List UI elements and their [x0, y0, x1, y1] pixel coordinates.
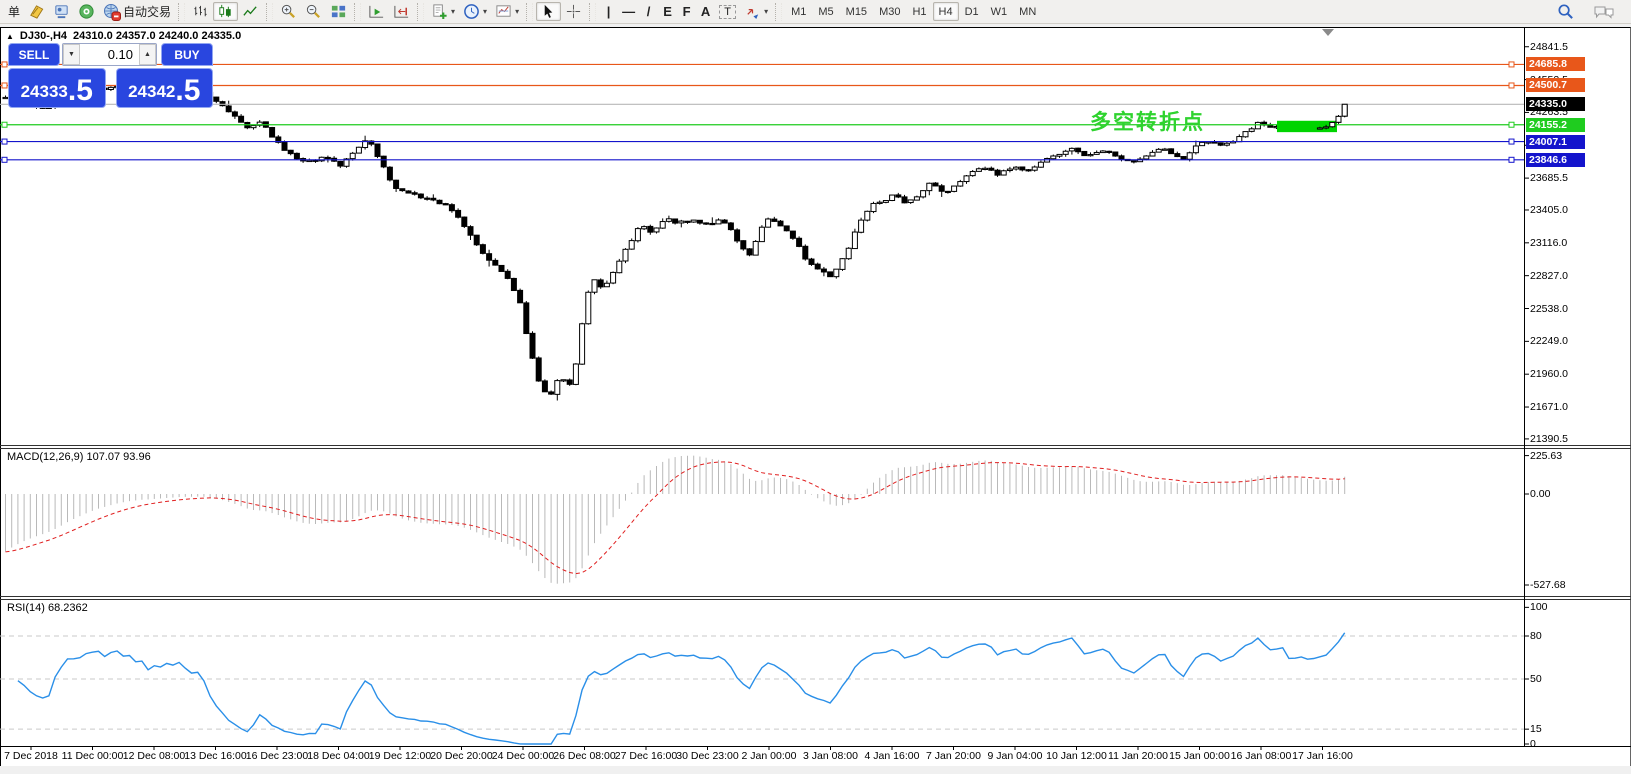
- date-label-1: 11 Dec 00:00: [62, 750, 124, 762]
- chart-annotation-text[interactable]: 多空转折点: [1090, 106, 1205, 136]
- chart-title: ▲ DJ30-,H4 24310.0 24357.0 24240.0 24335…: [6, 30, 241, 42]
- date-label-4: 16 Dec 23:00: [246, 750, 308, 762]
- macd-tick--527.68: -527.68: [1530, 579, 1566, 591]
- rsi-tick-100: 100: [1530, 601, 1548, 613]
- date-label-8: 24 Dec 00:00: [492, 750, 554, 762]
- buy-price-frac: .5: [175, 77, 200, 105]
- volume-input[interactable]: 0.10: [80, 44, 139, 65]
- sell-price-main: 24333: [21, 79, 68, 105]
- date-label-13: 3 Jan 08:00: [803, 750, 858, 762]
- price-badge-23846.6: 23846.6: [1526, 153, 1585, 167]
- sell-price-box[interactable]: 24333 .5: [8, 68, 106, 108]
- date-label-18: 11 Jan 20:00: [1108, 750, 1168, 762]
- rsi-tick-50: 50: [1530, 673, 1542, 685]
- date-label-12: 2 Jan 00:00: [742, 750, 797, 762]
- date-label-7: 20 Dec 20:00: [430, 750, 492, 762]
- rsi-tick-80: 80: [1530, 630, 1542, 642]
- date-label-21: 17 Jan 16:00: [1292, 750, 1353, 762]
- price-tick-22827.0: 22827.0: [1530, 270, 1568, 282]
- buy-price-box[interactable]: 24342 .5: [116, 68, 214, 108]
- price-tick-21671.0: 21671.0: [1530, 401, 1568, 413]
- volume-increase-button[interactable]: ▲: [139, 44, 156, 65]
- date-label-5: 18 Dec 04:00: [307, 750, 369, 762]
- price-badge-24685.8: 24685.8: [1526, 57, 1585, 71]
- date-label-15: 7 Jan 20:00: [926, 750, 981, 762]
- one-click-trading-panel: SELL ▼ 0.10 ▲ BUY 24333 .5 24342 .5: [8, 43, 213, 108]
- scroll-to-end-marker-icon[interactable]: [1322, 29, 1334, 36]
- sell-button[interactable]: SELL: [8, 43, 60, 66]
- price-tick-23116.0: 23116.0: [1530, 237, 1567, 249]
- macd-indicator-label: MACD(12,26,9) 107.07 93.96: [7, 451, 151, 463]
- price-badge-24500.7: 24500.7: [1526, 78, 1585, 92]
- date-label-2: 12 Dec 08:00: [123, 750, 185, 762]
- current-price-badge-24335.0: 24335.0: [1526, 97, 1585, 111]
- date-label-20: 16 Jan 08:00: [1231, 750, 1292, 762]
- buy-price-main: 24342: [128, 79, 175, 105]
- chart-ohlc-values: 24310.0 24357.0 24240.0 24335.0: [73, 30, 241, 42]
- date-label-10: 27 Dec 16:00: [615, 750, 677, 762]
- collapse-triangle-icon[interactable]: ▲: [6, 32, 14, 41]
- date-label-3: 13 Dec 16:00: [184, 750, 246, 762]
- macd-tick-0.00: 0.00: [1530, 488, 1550, 500]
- date-label-16: 9 Jan 04:00: [988, 750, 1043, 762]
- price-badge-24007.1: 24007.1: [1526, 135, 1585, 149]
- date-label-9: 26 Dec 08:00: [553, 750, 615, 762]
- price-tick-22538.0: 22538.0: [1530, 303, 1568, 315]
- date-label-6: 19 Dec 12:00: [369, 750, 431, 762]
- price-badge-24155.2: 24155.2: [1526, 118, 1585, 132]
- date-label-0: 7 Dec 2018: [4, 750, 58, 762]
- price-tick-23685.5: 23685.5: [1530, 172, 1568, 184]
- date-label-14: 4 Jan 16:00: [865, 750, 920, 762]
- volume-decrease-button[interactable]: ▼: [63, 44, 80, 65]
- status-strip: [0, 766, 1631, 774]
- date-label-19: 15 Jan 00:00: [1169, 750, 1230, 762]
- price-tick-21960.0: 21960.0: [1530, 368, 1568, 380]
- date-label-17: 10 Jan 12:00: [1046, 750, 1107, 762]
- date-label-11: 30 Dec 23:00: [676, 750, 738, 762]
- price-tick-23405.0: 23405.0: [1530, 204, 1568, 216]
- volume-stepper: ▼ 0.10 ▲: [62, 43, 157, 66]
- rsi-tick-15: 15: [1530, 723, 1542, 735]
- price-tick-22249.0: 22249.0: [1530, 335, 1568, 347]
- buy-button[interactable]: BUY: [161, 43, 213, 66]
- sell-price-frac: .5: [68, 77, 93, 105]
- price-tick-21390.5: 21390.5: [1530, 433, 1568, 445]
- price-tick-24841.5: 24841.5: [1530, 41, 1568, 53]
- rsi-indicator-label: RSI(14) 68.2362: [7, 602, 88, 614]
- macd-tick-225.63: 225.63: [1530, 450, 1562, 462]
- rsi-tick-0: 0: [1530, 738, 1536, 750]
- chart-symbol-period: DJ30-,H4: [20, 30, 67, 42]
